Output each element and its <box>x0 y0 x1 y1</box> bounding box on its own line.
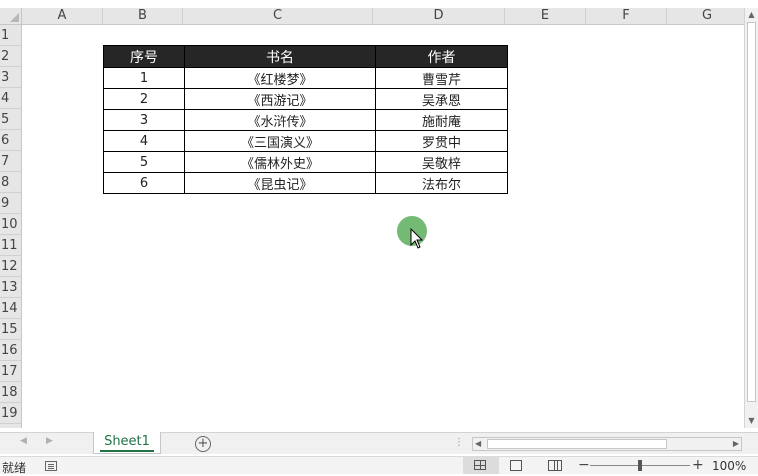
vertical-scroll-thumb[interactable] <box>747 22 756 402</box>
cell-title[interactable]: 《西游记》 <box>184 88 376 110</box>
table-body: 1 《红楼梦》 曹雪芹 2 《西游记》 吴承恩 3 《水浒传》 施耐庵 4 《三国演义》 罗贯中 5 《儒… <box>103 67 508 194</box>
row-header[interactable]: 6 <box>0 130 21 151</box>
cell-author[interactable]: 曹雪芹 <box>375 67 508 89</box>
cell-title[interactable]: 《三国演义》 <box>184 130 376 152</box>
spreadsheet-grid[interactable]: ABCDEFG 1 2 3 4 5 6 7 8 9 10 11 12 13 14 15 16 17 18 19 序号… <box>0 8 744 428</box>
macro-record-icon[interactable] <box>45 461 57 471</box>
table-header-row: 序号 书名 作者 <box>103 45 508 68</box>
cell-title[interactable]: 《水浒传》 <box>184 109 376 131</box>
cell-author[interactable]: 罗贯中 <box>375 130 508 152</box>
cell-author[interactable]: 施耐庵 <box>375 109 508 131</box>
plus-circle-icon[interactable]: + <box>195 436 211 452</box>
cell-index[interactable]: 4 <box>103 130 185 152</box>
zoom-in-icon[interactable]: + <box>692 457 704 473</box>
sheet-tab-sheet1[interactable]: Sheet1 <box>93 432 161 454</box>
column-header[interactable]: B <box>103 8 183 24</box>
column-header[interactable]: E <box>505 8 586 24</box>
vertical-scrollbar[interactable]: ▲ ▼ <box>744 8 758 428</box>
status-bar: 就绪 − + 100% <box>0 456 758 475</box>
zoom-out-icon[interactable]: − <box>578 457 590 473</box>
cell-index[interactable]: 2 <box>103 88 185 110</box>
cell-index[interactable]: 5 <box>103 151 185 173</box>
row-header[interactable]: 12 <box>0 256 21 277</box>
prev-sheet-icon[interactable]: ◀ <box>20 436 27 446</box>
column-headers: ABCDEFG <box>22 8 744 25</box>
row-header[interactable]: 5 <box>0 109 21 130</box>
select-all-triangle <box>10 13 19 22</box>
column-header[interactable]: C <box>183 8 373 24</box>
row-header[interactable]: 9 <box>0 193 21 214</box>
row-header[interactable]: 4 <box>0 88 21 109</box>
table-row: 2 《西游记》 吴承恩 <box>103 88 508 110</box>
row-header[interactable]: 10 <box>0 214 21 235</box>
scroll-up-icon[interactable]: ▲ <box>745 8 758 22</box>
normal-view-button[interactable] <box>463 457 499 474</box>
horizontal-scrollbar[interactable]: ◀ ▶ <box>472 437 742 451</box>
zoom-slider-thumb[interactable] <box>638 460 642 471</box>
book-table: 序号 书名 作者 1 《红楼梦》 曹雪芹 2 《西游记》 吴承恩 3 《水浒传》 施耐庵 4 《三国… <box>103 45 508 194</box>
page-layout-icon[interactable] <box>510 460 522 471</box>
column-header[interactable]: F <box>586 8 667 24</box>
scroll-left-icon[interactable]: ◀ <box>475 438 481 450</box>
row-header[interactable]: 14 <box>0 298 21 319</box>
row-header[interactable]: 3 <box>0 67 21 88</box>
column-header[interactable]: A <box>22 8 103 24</box>
column-header[interactable]: G <box>667 8 744 24</box>
table-row: 4 《三国演义》 罗贯中 <box>103 130 508 152</box>
row-header[interactable]: 13 <box>0 277 21 298</box>
row-header[interactable]: 7 <box>0 151 21 172</box>
table-row: 5 《儒林外史》 吴敬梓 <box>103 151 508 173</box>
horizontal-scroll-thumb[interactable] <box>487 439 667 449</box>
table-row: 1 《红楼梦》 曹雪芹 <box>103 67 508 89</box>
header-index[interactable]: 序号 <box>103 45 185 68</box>
tab-split-handle-icon[interactable]: ⋮ <box>454 437 464 448</box>
row-header[interactable]: 11 <box>0 235 21 256</box>
row-header[interactable]: 8 <box>0 172 21 193</box>
zoom-level[interactable]: 100% <box>712 459 746 473</box>
sheet-tab-bar: ◀ ▶ Sheet1 + ⋮ ◀ ▶ <box>0 432 758 454</box>
cell-index[interactable]: 6 <box>103 172 185 194</box>
page-break-icon[interactable] <box>548 460 562 471</box>
cell-author[interactable]: 法布尔 <box>375 172 508 194</box>
cell-author[interactable]: 吴敬梓 <box>375 151 508 173</box>
cell-index[interactable]: 3 <box>103 109 185 131</box>
scroll-down-icon[interactable]: ▼ <box>745 414 758 428</box>
row-header[interactable]: 18 <box>0 382 21 403</box>
normal-view-icon <box>474 460 486 470</box>
mouse-pointer-icon <box>410 228 424 249</box>
table-row: 3 《水浒传》 施耐庵 <box>103 109 508 131</box>
cell-index[interactable]: 1 <box>103 67 185 89</box>
cell-author[interactable]: 吴承恩 <box>375 88 508 110</box>
row-header[interactable]: 1 <box>0 25 21 46</box>
cell-title[interactable]: 《红楼梦》 <box>184 67 376 89</box>
row-header[interactable]: 16 <box>0 340 21 361</box>
row-header[interactable]: 19 <box>0 403 21 424</box>
cell-title[interactable]: 《儒林外史》 <box>184 151 376 173</box>
header-title[interactable]: 书名 <box>184 45 376 68</box>
select-all-corner[interactable] <box>0 8 22 25</box>
table-row: 6 《昆虫记》 法布尔 <box>103 172 508 194</box>
cell-area[interactable]: 序号 书名 作者 1 《红楼梦》 曹雪芹 2 《西游记》 吴承恩 3 《水浒传》 施耐庵 4 《三国… <box>22 25 744 428</box>
status-text: 就绪 <box>2 461 27 475</box>
column-header[interactable]: D <box>373 8 505 24</box>
row-header[interactable]: 2 <box>0 46 21 67</box>
row-headers: 1 2 3 4 5 6 7 8 9 10 11 12 13 14 15 16 17 18 19 <box>0 25 22 428</box>
header-author[interactable]: 作者 <box>375 45 508 68</box>
row-header[interactable]: 15 <box>0 319 21 340</box>
next-sheet-icon[interactable]: ▶ <box>46 436 53 446</box>
scroll-right-icon[interactable]: ▶ <box>733 438 739 450</box>
row-header[interactable]: 17 <box>0 361 21 382</box>
cell-title[interactable]: 《昆虫记》 <box>184 172 376 194</box>
